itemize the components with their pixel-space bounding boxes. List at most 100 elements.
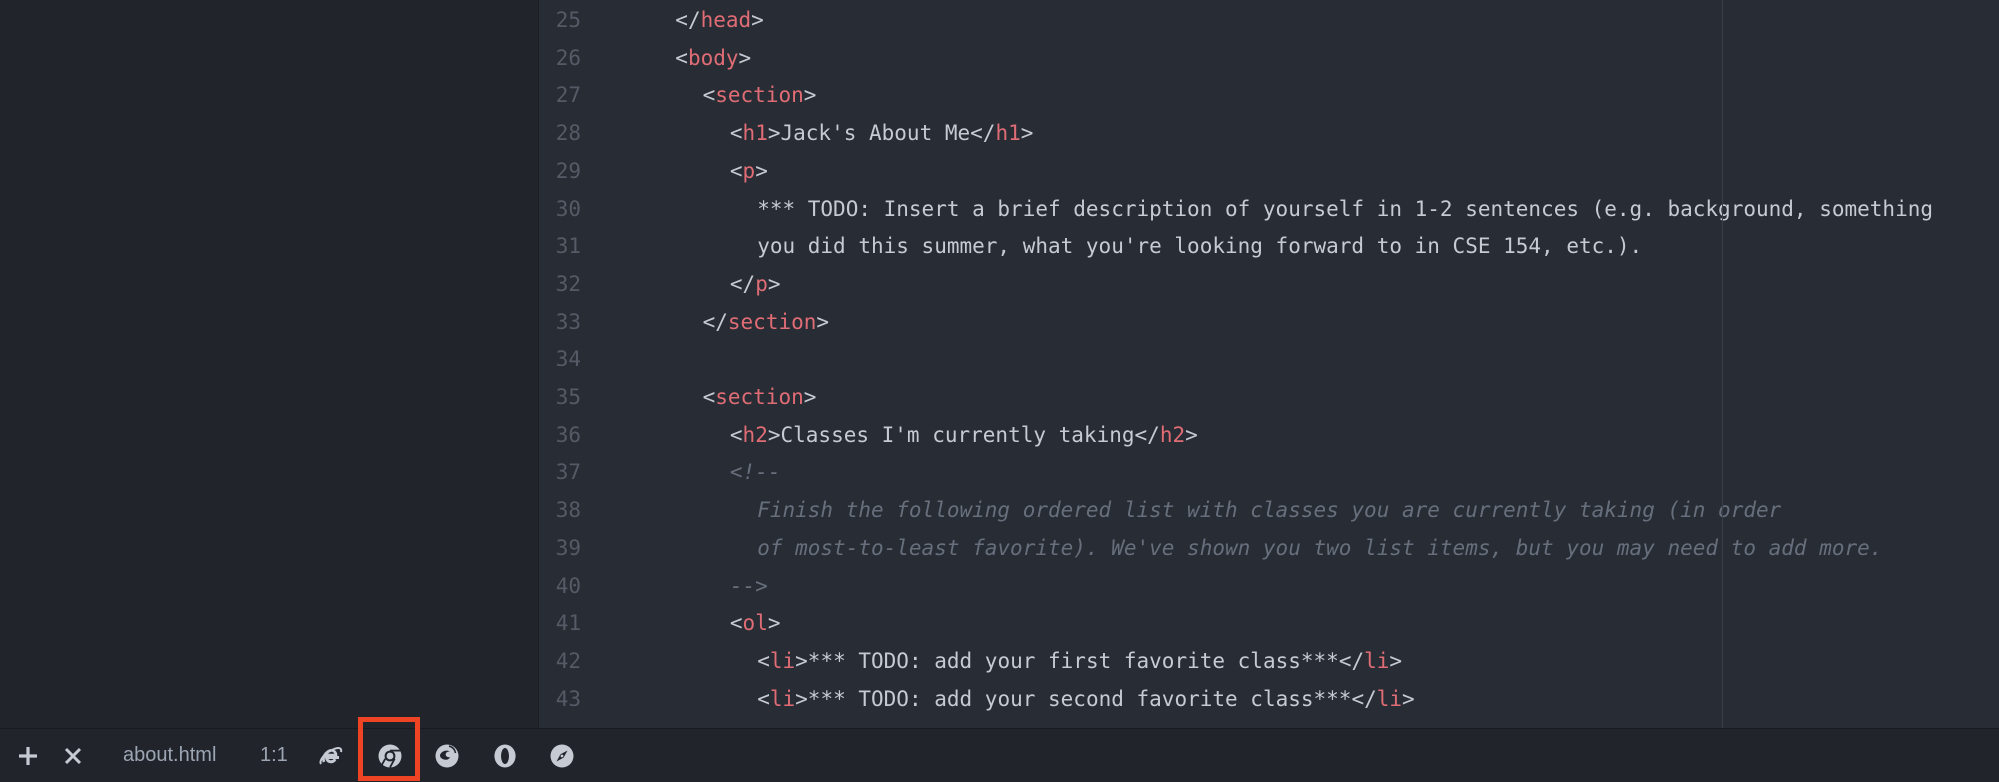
code-token: Classes I'm currently taking xyxy=(780,422,1135,447)
code-token: > xyxy=(767,271,781,296)
internet-explorer-icon[interactable] xyxy=(316,729,346,782)
code-token: > xyxy=(751,8,764,32)
line-number: 39 xyxy=(555,535,581,560)
wrap-guide xyxy=(1722,0,1723,728)
code-line[interactable]: Finish the following ordered list with c… xyxy=(757,492,1781,530)
status-bar: about.html 1:1 xyxy=(0,728,1999,782)
code-token: < xyxy=(729,158,743,183)
code-token: Jack's About Me xyxy=(780,121,971,146)
line-number: 30 xyxy=(555,196,581,221)
code-line[interactable]: <body> xyxy=(675,40,751,78)
code-token: > xyxy=(767,121,781,146)
code-line[interactable]: of most-to-least favorite). We've shown … xyxy=(757,530,1882,568)
code-token: > xyxy=(755,158,768,183)
code-token: > xyxy=(1389,648,1403,673)
code-token: > xyxy=(795,686,808,711)
code-editor[interactable]: 25 26 27 28 29 30 31 32 33 34 35 36 37 38 39 40 41 42 43 <… xyxy=(538,0,1999,728)
code-token: </ xyxy=(970,121,996,146)
code-token: </ xyxy=(675,8,701,32)
code-token: > xyxy=(803,83,817,108)
code-token: > xyxy=(767,422,781,447)
code-token: body xyxy=(687,45,739,70)
code-line[interactable]: </section> xyxy=(703,304,829,342)
code-token: > xyxy=(803,385,817,409)
line-number: 36 xyxy=(555,422,581,447)
code-token: li xyxy=(769,686,796,711)
code-token: </ xyxy=(729,271,756,296)
current-filename[interactable]: about.html xyxy=(123,729,216,782)
line-number: 29 xyxy=(555,158,581,183)
code-token: < xyxy=(729,611,743,636)
code-token: section xyxy=(727,309,817,334)
code-token: > xyxy=(1020,121,1034,146)
line-number: 43 xyxy=(555,686,581,711)
firefox-icon[interactable] xyxy=(432,729,462,782)
code-line[interactable]: <p> xyxy=(730,153,768,191)
code-line[interactable]: <h1>Jack's About Me</h1> xyxy=(730,115,1034,153)
code-token: > xyxy=(767,611,781,636)
plus-icon[interactable] xyxy=(14,729,42,782)
line-number: 42 xyxy=(555,648,581,673)
code-line[interactable]: you did this summer, what you're looking… xyxy=(757,228,1642,266)
code-token: </ xyxy=(1134,422,1160,447)
code-token: *** TODO: add your second favorite class… xyxy=(807,686,1352,711)
line-number: 41 xyxy=(555,611,581,636)
code-token: li xyxy=(769,648,796,673)
code-line[interactable]: <section> xyxy=(703,379,817,417)
code-token: li xyxy=(1364,648,1390,673)
close-icon[interactable] xyxy=(60,729,86,782)
code-line[interactable]: <li>*** TODO: add your first favorite cl… xyxy=(757,643,1402,681)
code-line[interactable]: </p> xyxy=(730,266,781,304)
code-token: > xyxy=(1185,422,1198,447)
code-token: h1 xyxy=(742,121,768,146)
code-token: <!-- xyxy=(729,460,781,485)
line-number: 31 xyxy=(555,234,581,259)
code-token: ol xyxy=(742,611,768,636)
line-number: 27 xyxy=(555,83,581,108)
tree-view-panel[interactable] xyxy=(0,0,538,728)
safari-icon[interactable] xyxy=(547,729,577,782)
code-token: < xyxy=(757,686,770,711)
line-number: 38 xyxy=(555,498,581,523)
cursor-position[interactable]: 1:1 xyxy=(260,729,288,782)
code-token: > xyxy=(816,309,830,334)
code-line[interactable]: <!-- xyxy=(730,454,781,492)
line-number: 37 xyxy=(555,460,581,485)
code-token: </ xyxy=(1338,648,1365,673)
code-token: < xyxy=(675,45,688,70)
code-line[interactable]: <ol> xyxy=(730,605,781,643)
code-line[interactable]: </head> xyxy=(675,2,764,40)
code-token: > xyxy=(1402,686,1415,711)
line-number: 33 xyxy=(555,309,581,334)
code-token: li xyxy=(1376,686,1403,711)
line-number: 32 xyxy=(555,271,581,296)
code-token: < xyxy=(702,385,716,409)
code-token: > xyxy=(795,648,808,673)
line-number: 35 xyxy=(555,385,581,409)
code-line[interactable]: <h2>Classes I'm currently taking</h2> xyxy=(730,417,1198,455)
line-number: 40 xyxy=(555,573,581,598)
code-token: </ xyxy=(702,309,728,334)
code-token: of most-to-least favorite). We've shown … xyxy=(757,535,1883,560)
line-number: 25 xyxy=(555,8,581,32)
code-line[interactable]: <section> xyxy=(703,77,817,115)
code-token: < xyxy=(729,121,743,146)
code-token: h2 xyxy=(1159,422,1186,447)
chrome-icon[interactable] xyxy=(372,729,408,782)
code-token: section xyxy=(715,385,804,409)
code-token: < xyxy=(729,422,743,447)
opera-icon[interactable] xyxy=(490,729,520,782)
code-line[interactable]: *** TODO: Insert a brief description of … xyxy=(757,191,1933,229)
code-token: h1 xyxy=(995,121,1021,146)
code-token: head xyxy=(700,8,752,32)
line-number: 28 xyxy=(555,121,581,146)
code-line[interactable]: --> xyxy=(730,568,768,606)
code-token: you did this summer, what you're looking… xyxy=(757,234,1643,259)
code-token: *** TODO: add your first favorite class*… xyxy=(807,648,1339,673)
code-token: h2 xyxy=(742,422,768,447)
code-token: --> xyxy=(729,573,768,598)
code-token: > xyxy=(738,45,752,70)
code-token: </ xyxy=(1351,686,1377,711)
code-line[interactable]: <li>*** TODO: add your second favorite c… xyxy=(757,681,1415,719)
code-token: < xyxy=(702,83,716,108)
